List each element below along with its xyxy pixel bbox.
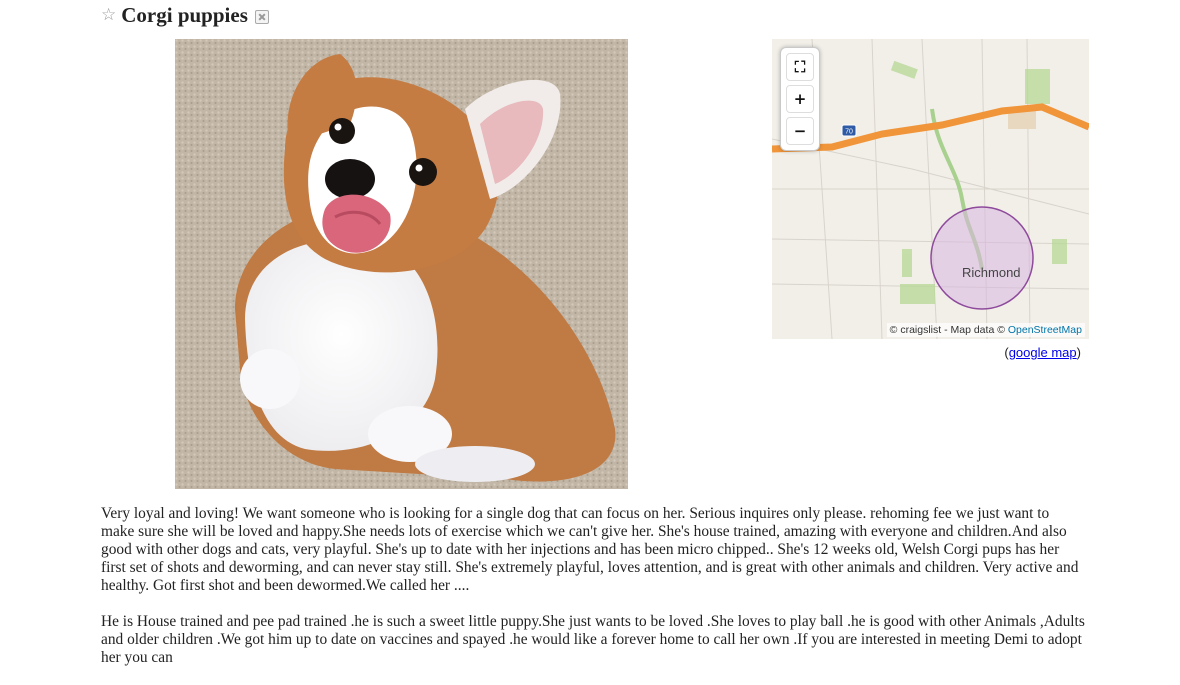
hide-posting-icon[interactable] [254,10,269,24]
map-attribution: © craigslist - Map data © OpenStreetMap [886,323,1085,337]
fullscreen-icon[interactable]: ⛶ [786,53,814,81]
google-map-link-row: (google map) [1004,345,1081,360]
favorite-star-icon[interactable]: ☆ [101,5,116,25]
posting-body: Very loyal and loving! We want someone w… [101,505,1086,685]
openstreetmap-link[interactable]: OpenStreetMap [1008,324,1082,336]
google-map-close-paren: ) [1076,345,1081,360]
google-map-link[interactable]: google map [1009,345,1077,360]
map-controls: ⛶ + − [780,47,820,151]
map-attribution-text: © craigslist - Map data © [889,324,1008,336]
posting-body-paragraph-1: Very loyal and loving! We want someone w… [101,505,1079,594]
zoom-out-button[interactable]: − [786,117,814,145]
zoom-in-button[interactable]: + [786,85,814,113]
posting-title: Corgi puppies [121,2,248,27]
posting-title-row: ☆ Corgi puppies [101,2,269,28]
location-map[interactable]: 70 Richmond ⛶ + − © craigslist - Map dat… [772,39,1089,339]
map-city-label: Richmond [962,265,1021,280]
posting-body-paragraph-2: He is House trained and pee pad trained … [101,613,1085,666]
posting-photo[interactable] [175,39,628,489]
corgi-puppy-photo-icon [175,39,628,489]
highway-shield-label: 70 [845,129,853,136]
